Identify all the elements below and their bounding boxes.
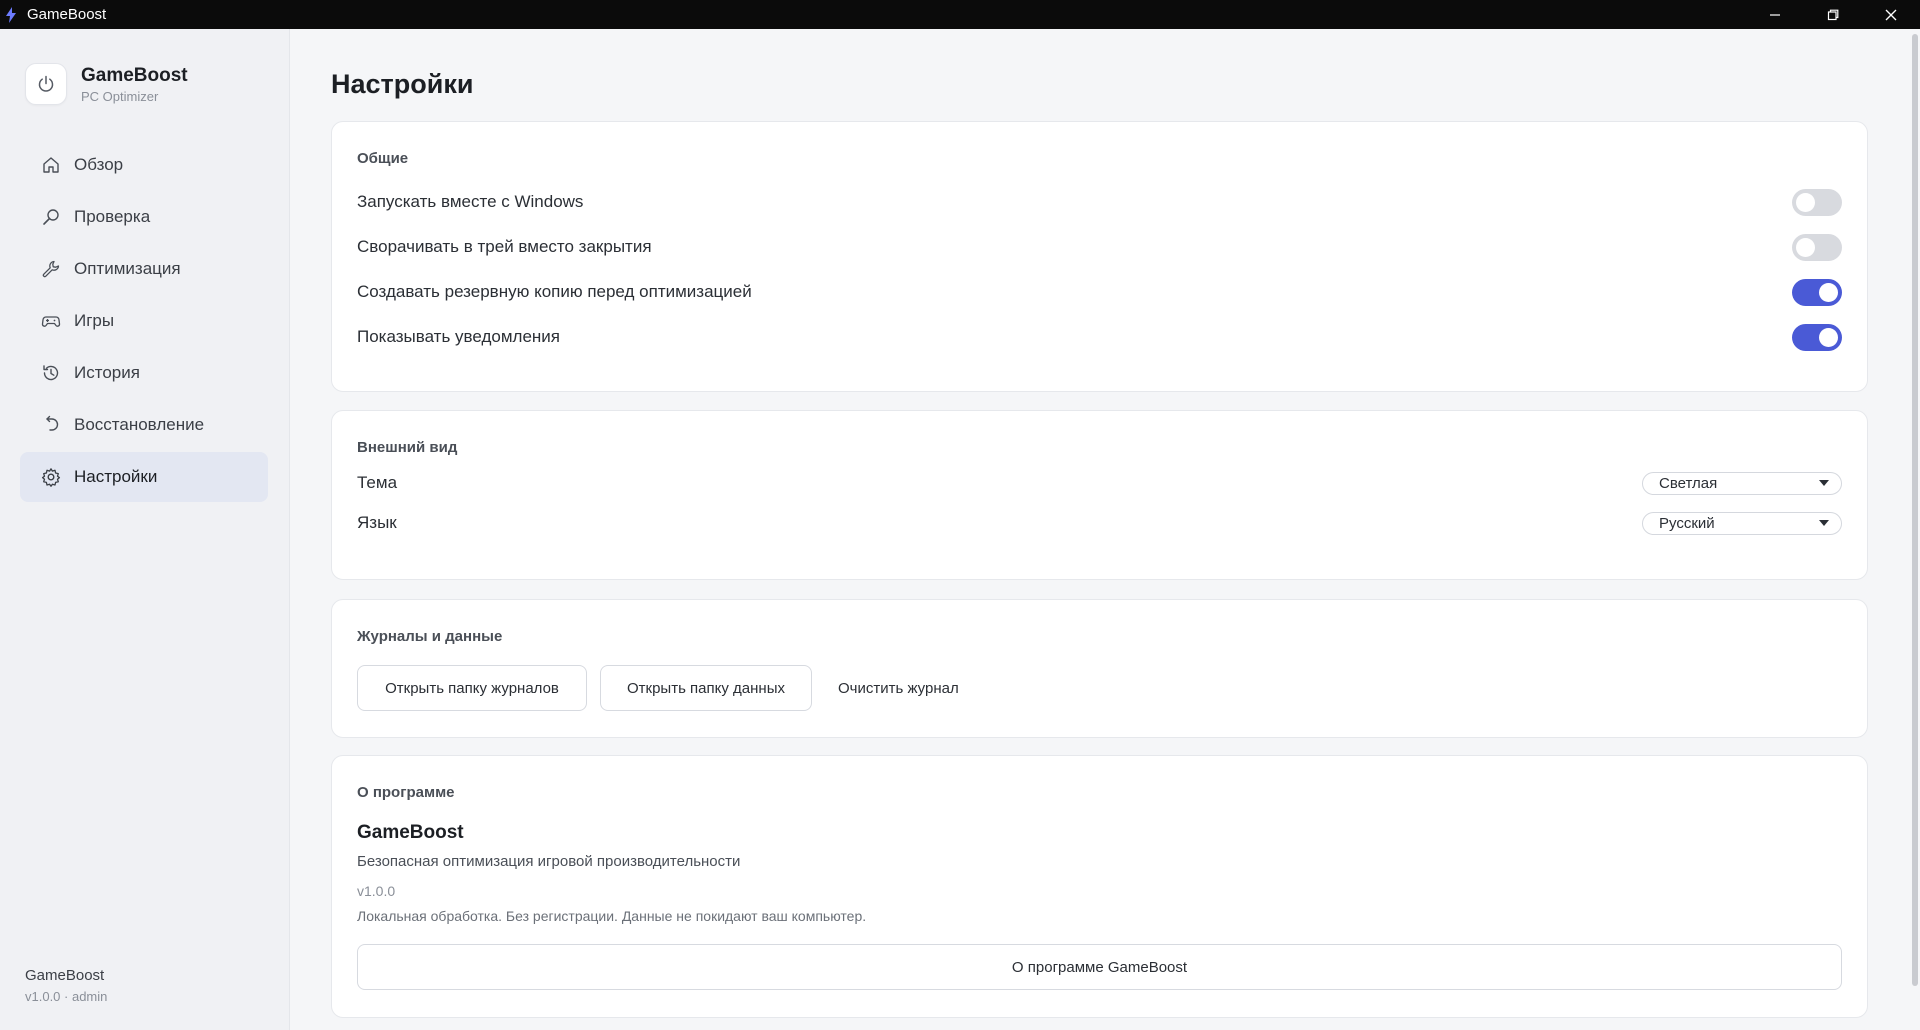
setting-label: Тема	[357, 473, 398, 492]
gear-icon	[40, 466, 62, 488]
theme-select[interactable]: Светлая	[1642, 471, 1842, 495]
main-content: Настройки Общие Запускать вместе с Windo…	[291, 29, 1909, 1030]
gamepad-icon	[40, 310, 62, 332]
power-icon	[25, 63, 67, 105]
page-title: Настройки	[331, 69, 474, 99]
sidebar-item-label: Обзор	[74, 155, 124, 174]
home-icon	[40, 154, 62, 176]
wrench-icon	[40, 258, 62, 280]
card-title: О программе	[357, 784, 455, 801]
language-select-value: Русский	[1659, 514, 1715, 532]
open-data-folder-button[interactable]: Открыть папку данных	[600, 665, 812, 711]
about-privacy-note: Локальная обработка. Без регистрации. Да…	[357, 908, 867, 924]
history-icon	[40, 362, 62, 384]
sidebar-item-games[interactable]: Игры	[20, 296, 268, 346]
backup-toggle[interactable]	[1792, 278, 1842, 306]
about-app-name: GameBoost	[357, 822, 464, 843]
notifications-toggle[interactable]	[1792, 323, 1842, 351]
setting-row-minimize-to-tray: Сворачивать в трей вместо закрытия	[357, 232, 1842, 262]
about-description: Безопасная оптимизация игровой производи…	[357, 853, 741, 870]
close-button[interactable]	[1862, 0, 1920, 29]
open-logs-folder-button[interactable]: Открыть папку журналов	[357, 665, 587, 711]
restore-button[interactable]	[1804, 0, 1862, 29]
brand-name: GameBoost	[81, 64, 188, 86]
footer-version: v1.0.0 · admin	[25, 989, 108, 1004]
sidebar-item-optimization[interactable]: Оптимизация	[20, 244, 268, 294]
appearance-card: Внешний вид Тема Светлая Язык Русский	[331, 410, 1868, 580]
sidebar: GameBoost PC Optimizer Обзор Проверка Оп…	[0, 29, 290, 1030]
sidebar-item-history[interactable]: История	[20, 348, 268, 398]
sidebar-item-restore[interactable]: Восстановление	[20, 400, 268, 450]
sidebar-item-scan[interactable]: Проверка	[20, 192, 268, 242]
sidebar-item-label: История	[74, 363, 140, 382]
card-title: Внешний вид	[357, 439, 458, 456]
language-select[interactable]: Русский	[1642, 511, 1842, 535]
chevron-down-icon	[1819, 520, 1829, 526]
scrollbar-thumb[interactable]	[1912, 34, 1918, 986]
title-bar: GameBoost	[0, 0, 1920, 29]
undo-icon	[40, 414, 62, 436]
setting-label: Сворачивать в трей вместо закрытия	[357, 237, 652, 256]
search-icon	[40, 206, 62, 228]
setting-row-language: Язык Русский	[357, 508, 1842, 538]
about-version: v1.0.0	[357, 883, 396, 899]
sidebar-item-settings[interactable]: Настройки	[20, 452, 268, 502]
setting-label: Запускать вместе с Windows	[357, 192, 584, 211]
about-card: О программе GameBoost Безопасная оптимиз…	[331, 755, 1868, 1018]
setting-row-autostart: Запускать вместе с Windows	[357, 187, 1842, 217]
clear-log-button[interactable]: Очистить журнал	[838, 665, 959, 711]
setting-label: Показывать уведомления	[357, 327, 560, 346]
footer-app-name: GameBoost	[25, 967, 105, 984]
chevron-down-icon	[1819, 480, 1829, 486]
card-title: Журналы и данные	[357, 628, 503, 645]
minimize-to-tray-toggle[interactable]	[1792, 233, 1842, 261]
general-settings-card: Общие Запускать вместе с Windows Сворачи…	[331, 121, 1868, 392]
sidebar-item-label: Восстановление	[74, 415, 205, 434]
brand-subtitle: PC Optimizer	[81, 88, 159, 104]
scrollbar[interactable]	[1909, 29, 1920, 1030]
setting-row-theme: Тема Светлая	[357, 468, 1842, 498]
autostart-toggle[interactable]	[1792, 188, 1842, 216]
sidebar-item-label: Игры	[74, 311, 115, 330]
logs-card: Журналы и данные Открыть папку журналов …	[331, 599, 1868, 738]
window-title: GameBoost	[27, 6, 107, 23]
setting-label: Язык	[357, 513, 397, 532]
card-title: Общие	[357, 150, 409, 167]
setting-label: Создавать резервную копию перед оптимиза…	[357, 282, 752, 301]
about-gameboost-button[interactable]: О программе GameBoost	[357, 944, 1842, 990]
sidebar-footer: GameBoost v1.0.0 · admin	[25, 967, 107, 1004]
lightning-icon	[6, 6, 18, 23]
sidebar-nav: Обзор Проверка Оптимизация Игры История	[20, 140, 268, 504]
minimize-button[interactable]	[1746, 0, 1804, 29]
setting-row-backup: Создавать резервную копию перед оптимиза…	[357, 277, 1842, 307]
sidebar-item-overview[interactable]: Обзор	[20, 140, 268, 190]
brand: GameBoost PC Optimizer	[25, 63, 188, 105]
sidebar-item-label: Настройки	[74, 467, 158, 486]
setting-row-notifications: Показывать уведомления	[357, 322, 1842, 352]
theme-select-value: Светлая	[1659, 474, 1718, 492]
sidebar-item-label: Оптимизация	[74, 259, 181, 278]
sidebar-item-label: Проверка	[74, 207, 151, 226]
